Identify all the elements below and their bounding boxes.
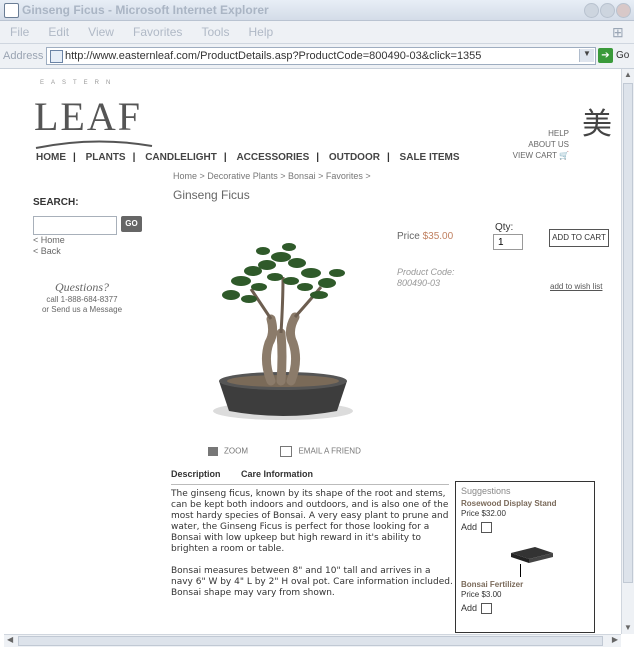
utility-links: HELP ABOUT US VIEW CART 🛒	[513, 128, 569, 161]
tab-care-information[interactable]: Care Information	[241, 469, 313, 479]
suggestion-price: Price $3.00	[461, 590, 502, 600]
back-link[interactable]: < Back	[33, 246, 143, 256]
product-code-label: Product Code:	[397, 267, 455, 277]
send-message-link[interactable]: or Send us a Message	[32, 305, 132, 315]
close-button[interactable]	[616, 3, 631, 18]
scroll-up-icon[interactable]: ▲	[624, 70, 632, 79]
questions-title: Questions?	[55, 280, 109, 294]
suggestions-panel: Suggestions Rosewood Display Stand Price…	[455, 481, 595, 633]
product-code-value: 800490-03	[397, 278, 441, 288]
phone-number: call 1-888-684-8377	[46, 295, 118, 304]
price-label: Price	[397, 231, 420, 242]
add-to-cart-button[interactable]: ADD TO CART	[549, 229, 609, 247]
ie-window-icon[interactable]	[4, 3, 19, 18]
suggestion-add-checkbox[interactable]	[481, 522, 493, 534]
suggestion-add-label: Add	[461, 522, 478, 532]
price-value: $35.00	[422, 231, 454, 242]
qty-label: Qty:	[495, 222, 514, 233]
url-text[interactable]: http://www.easternleaf.com/ProductDetail…	[65, 50, 481, 62]
price: Price $35.00	[397, 231, 453, 242]
window-title: Ginseng Ficus - Microsoft Internet Explo…	[22, 3, 269, 17]
main-nav: HOME | PLANTS | CANDLELIGHT | ACCESSORIES | …	[36, 152, 460, 163]
menu-view[interactable]: View	[82, 25, 120, 39]
logo-leaf[interactable]: LEAF	[34, 93, 142, 140]
quantity-input[interactable]	[493, 234, 523, 250]
maximize-button[interactable]	[600, 3, 615, 18]
page-icon	[50, 50, 63, 63]
scroll-right-icon[interactable]: ▶	[612, 635, 618, 644]
go-arrow-icon[interactable]: ➔	[598, 48, 613, 63]
menu-bar: File Edit View Favorites Tools Help ⊞	[0, 21, 634, 44]
minimize-button[interactable]	[584, 3, 599, 18]
nav-sale-items[interactable]: SALE ITEMS	[400, 152, 460, 163]
suggestion-price: Price $32.00	[461, 509, 506, 518]
suggestion-add-label: Add	[461, 603, 478, 614]
zoom-link[interactable]: ZOOM	[224, 447, 248, 456]
page-viewport: EASTERN LEAF HELP ABOUT US VIEW CART 🛒 美…	[4, 69, 620, 634]
title-bar: Ginseng Ficus - Microsoft Internet Explo…	[0, 0, 634, 21]
menu-favorites[interactable]: Favorites	[127, 25, 188, 39]
tab-divider	[171, 484, 449, 485]
product-tabs: Description Care Information	[171, 469, 331, 479]
breadcrumb[interactable]: Home > Decorative Plants > Bonsai > Favo…	[173, 171, 371, 181]
windows-logo-icon: ⊞	[612, 24, 624, 40]
menu-tools[interactable]: Tools	[195, 25, 235, 39]
suggestion-name[interactable]: Bonsai Fertilizer	[461, 580, 589, 590]
nav-candlelight[interactable]: CANDLELIGHT	[145, 152, 217, 163]
scroll-down-icon[interactable]: ▼	[624, 623, 632, 632]
email-icon[interactable]	[280, 446, 293, 457]
about-us-link[interactable]: ABOUT US	[513, 139, 569, 150]
horizontal-scroll-thumb[interactable]	[18, 636, 603, 646]
product-description: The ginseng ficus, known by its shape of…	[171, 489, 455, 610]
logo-eastern: EASTERN	[40, 80, 118, 86]
suggestion-add-row: Add	[461, 603, 589, 615]
sidebar: SEARCH: GO < Home < Back	[33, 197, 143, 256]
product-title: Ginseng Ficus	[173, 188, 250, 202]
logo-swoosh-icon	[35, 140, 153, 149]
search-row: GO	[33, 216, 143, 235]
add-to-wishlist-link[interactable]: add to wish list	[550, 282, 602, 291]
menu-file[interactable]: File	[4, 25, 35, 39]
product-tools: ZOOM EMAIL A FRIEND	[208, 446, 361, 457]
search-go-button[interactable]: GO	[121, 216, 142, 232]
home-link[interactable]: < Home	[33, 235, 143, 245]
suggestion-name[interactable]: Rosewood Display Stand	[461, 499, 589, 509]
zoom-icon[interactable]	[208, 447, 218, 456]
menu-help[interactable]: Help	[243, 25, 280, 39]
address-input[interactable]: http://www.easternleaf.com/ProductDetail…	[46, 47, 596, 65]
display-stand-image	[511, 547, 553, 564]
questions-block: Questions? call 1-888-684-8377 or Send u…	[32, 280, 132, 315]
address-bar: Address http://www.easternleaf.com/Produ…	[0, 44, 634, 69]
description-paragraph: Bonsai measures between 8" and 10" tall …	[171, 566, 453, 598]
nav-outdoor[interactable]: OUTDOOR	[329, 152, 380, 163]
go-button[interactable]: Go	[616, 50, 629, 61]
view-cart-link[interactable]: VIEW CART 🛒	[513, 150, 569, 161]
scroll-left-icon[interactable]: ◀	[7, 635, 13, 644]
tab-description[interactable]: Description	[171, 469, 221, 479]
nav-accessories[interactable]: ACCESSORIES	[236, 152, 309, 163]
product-code: Product Code: 800490-03	[397, 267, 455, 289]
nav-plants[interactable]: PLANTS	[86, 152, 126, 163]
vertical-scrollbar[interactable]: ▲ ▼	[621, 69, 634, 634]
suggestion-add-row: Add	[461, 522, 589, 534]
menu-edit[interactable]: Edit	[42, 25, 75, 39]
bonsai-product-image	[171, 221, 395, 431]
horizontal-scrollbar[interactable]: ◀ ▶	[4, 634, 621, 647]
description-paragraph: The ginseng ficus, known by its shape of…	[171, 489, 449, 554]
suggestion-add-checkbox[interactable]	[481, 603, 493, 615]
help-link[interactable]: HELP	[513, 128, 569, 139]
address-label: Address	[3, 50, 44, 62]
search-input[interactable]	[33, 216, 117, 235]
vertical-scroll-thumb[interactable]	[623, 83, 633, 583]
callout-line	[520, 564, 521, 577]
kanji-logo: 美	[582, 107, 612, 142]
email-friend-link[interactable]: EMAIL A FRIEND	[298, 447, 360, 456]
address-dropdown-icon[interactable]: ▼	[579, 49, 594, 62]
search-label: SEARCH:	[33, 197, 79, 208]
suggestions-header: Suggestions	[461, 486, 511, 496]
nav-home[interactable]: HOME	[36, 152, 66, 163]
